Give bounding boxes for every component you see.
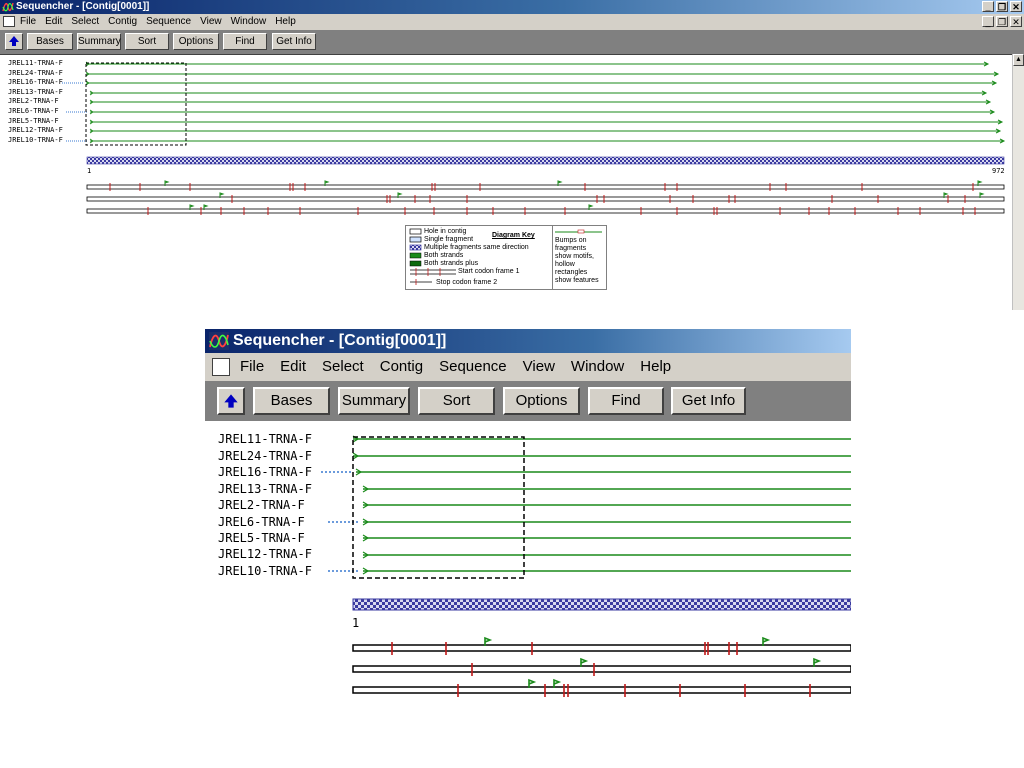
- zoom-toolbar: Bases Summary Sort Options Find Get Info: [205, 381, 851, 421]
- sort-button[interactable]: Sort: [125, 33, 169, 50]
- zoom-window-title: Sequencher - [Contig[0001]]: [233, 332, 447, 349]
- zoom-menu-bar: File Edit Select Contig Sequence View Wi…: [205, 353, 851, 381]
- key-note-6: show features: [555, 277, 599, 284]
- doc-minimize-button[interactable]: _: [982, 16, 994, 27]
- menu-edit[interactable]: Edit: [45, 14, 62, 30]
- reading-frames: [86, 180, 1005, 215]
- menu-bar: File Edit Select Contig Sequence View Wi…: [0, 14, 1024, 30]
- menu-help[interactable]: Help: [275, 14, 296, 30]
- diagram-key-title: Diagram Key: [492, 232, 535, 239]
- contig-end-position: 972: [992, 167, 1005, 175]
- contig-start-position: 1: [87, 167, 92, 175]
- reading-frame-bar: [352, 686, 851, 694]
- key-stop-codon: Stop codon frame 2: [436, 279, 498, 286]
- diagram-key: Hole in contig Single fragment Diagram K…: [405, 225, 607, 290]
- zoom-consensus-bar: [352, 598, 851, 611]
- zoom-selection-box: [352, 436, 525, 579]
- restore-button[interactable]: ❐: [996, 1, 1008, 12]
- menu-sequence[interactable]: Sequence: [146, 14, 191, 30]
- zoom-menu-edit: Edit: [280, 358, 307, 375]
- key-note-2: fragments: [555, 245, 587, 252]
- window-title: Sequencher - [Contig[0001]]: [16, 1, 150, 12]
- bases-button[interactable]: Bases: [27, 33, 73, 50]
- zoom-reading-frames: [352, 636, 851, 697]
- zoom-menu-window: Window: [570, 358, 625, 375]
- document-window-controls: _ ❐ ✕: [982, 16, 1022, 27]
- doc-close-button[interactable]: ✕: [1010, 16, 1022, 27]
- reading-frame-bar[interactable]: [86, 196, 1005, 202]
- zoom-contig-view: [321, 435, 851, 697]
- key-both-strands-plus: Both strands plus: [424, 260, 479, 267]
- reading-frame-bar: [352, 665, 851, 673]
- find-button[interactable]: Find: [223, 33, 267, 50]
- zoom-options-button: Options: [503, 387, 580, 415]
- up-arrow-button[interactable]: [5, 33, 23, 50]
- sequencher-app-icon: [209, 332, 229, 350]
- zoomed-inset: Sequencher - [Contig[0001]] File Edit Se…: [205, 329, 851, 709]
- up-arrow-icon: [224, 394, 238, 408]
- toolbar: Bases Summary Sort Options Find Get Info: [0, 30, 1024, 55]
- motif-bump-icon: [555, 229, 602, 234]
- close-button[interactable]: ✕: [1010, 1, 1022, 12]
- zoom-menu-contig: Contig: [379, 358, 424, 375]
- window-controls: _ ❐ ✕: [982, 1, 1022, 12]
- key-note-1: Bumps on: [555, 237, 587, 244]
- key-multiple-fragments: Multiple fragments same direction: [424, 244, 529, 251]
- zoom-menu-sequence: Sequence: [439, 358, 507, 375]
- zoom-menu-view: View: [522, 358, 555, 375]
- key-divider: [552, 226, 553, 289]
- zoom-menu-file: File: [240, 358, 265, 375]
- zoom-start-position: 1: [352, 616, 360, 630]
- zoom-find-button: Find: [588, 387, 664, 415]
- zoom-menu-select: Select: [322, 358, 364, 375]
- zoom-sort-button: Sort: [418, 387, 495, 415]
- consensus-bar[interactable]: [86, 156, 1005, 165]
- menu-select[interactable]: Select: [71, 14, 99, 30]
- menu-view[interactable]: View: [200, 14, 222, 30]
- key-both-strands: Both strands: [424, 252, 464, 259]
- zoom-menu-help: Help: [640, 358, 672, 375]
- doc-restore-button[interactable]: ❐: [996, 16, 1008, 27]
- zoom-fragment-lines: [321, 435, 851, 575]
- contig-overview: [62, 61, 1006, 215]
- key-hole-in-contig: Hole in contig: [424, 228, 467, 235]
- up-arrow-icon: [9, 36, 19, 46]
- vertical-scrollbar[interactable]: ▲: [1012, 54, 1024, 310]
- selection-box[interactable]: [85, 62, 187, 146]
- minimize-button[interactable]: _: [982, 1, 994, 12]
- reading-frame-bar[interactable]: [86, 184, 1005, 190]
- key-note-5: rectangles: [555, 269, 588, 276]
- key-single-fragment: Single fragment: [424, 236, 474, 243]
- zoom-up-arrow-button: [217, 387, 245, 415]
- document-icon: [212, 358, 230, 376]
- fragment-lines: [62, 61, 1006, 144]
- reading-frame-bar[interactable]: [86, 208, 1005, 214]
- zoom-summary-button: Summary: [338, 387, 410, 415]
- zoom-title-bar: Sequencher - [Contig[0001]]: [205, 329, 851, 353]
- menu-contig[interactable]: Contig: [108, 14, 137, 30]
- menu-window[interactable]: Window: [231, 14, 267, 30]
- key-start-codon: Start codon frame 1: [458, 268, 520, 275]
- get-info-button[interactable]: Get Info: [272, 33, 316, 50]
- document-icon[interactable]: [3, 16, 15, 27]
- zoom-get-info-button: Get Info: [671, 387, 746, 415]
- reading-frame-bar: [352, 644, 851, 652]
- menu-file[interactable]: File: [20, 14, 36, 30]
- key-note-4: hollow: [555, 261, 575, 268]
- scroll-up-arrow[interactable]: ▲: [1013, 54, 1024, 66]
- summary-button[interactable]: Summary: [77, 33, 121, 50]
- title-bar: Sequencher - [Contig[0001]] _ ❐ ✕: [0, 0, 1024, 14]
- key-note-3: show motifs,: [555, 253, 594, 260]
- zoom-bases-button: Bases: [253, 387, 330, 415]
- options-button[interactable]: Options: [173, 33, 219, 50]
- sequencher-app-icon[interactable]: [2, 1, 14, 13]
